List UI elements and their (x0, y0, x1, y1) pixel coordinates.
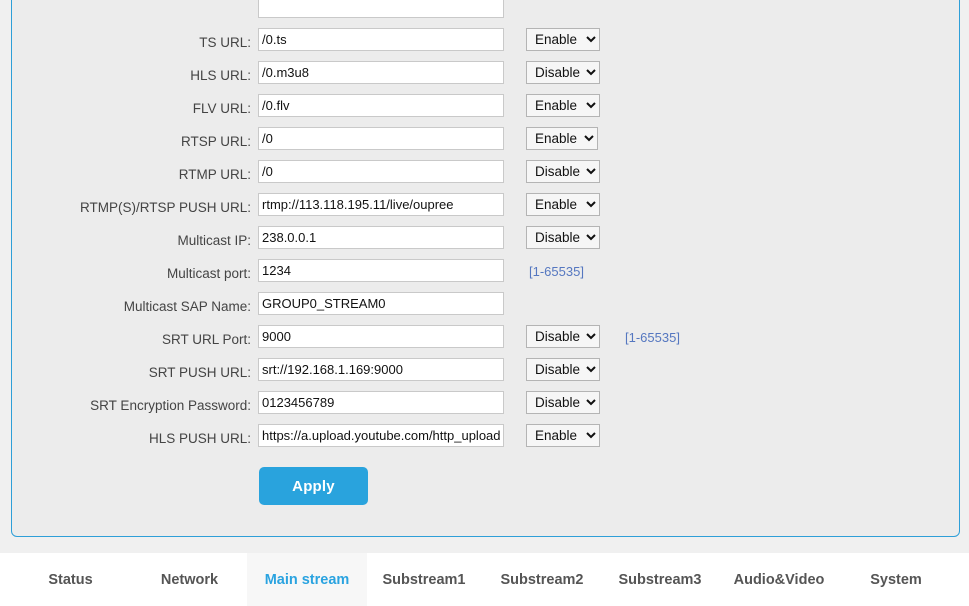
browser-page: TS URL: EnableDisable HLS URL: EnableDisabl… (0, 0, 969, 606)
form-row: HLS PUSH URL: EnableDisable (12, 424, 961, 457)
tab-audio-video[interactable]: Audio&Video (718, 553, 840, 606)
form-row: Multicast IP: EnableDisable (12, 226, 961, 259)
field-label: FLV URL: (192, 101, 251, 116)
form-row: RTMP(S)/RTSP PUSH URL: EnableDisable (12, 193, 961, 226)
field-input[interactable] (258, 61, 504, 84)
tab-label: System (870, 571, 922, 588)
field-enable-select[interactable]: EnableDisable (526, 160, 600, 183)
tab-label: Main stream (264, 571, 350, 588)
tab-main-stream[interactable]: Main stream (247, 553, 367, 606)
field-input[interactable] (258, 358, 504, 381)
tab-substream2[interactable]: Substream2 (485, 553, 599, 606)
content-area: TS URL: EnableDisable HLS URL: EnableDisabl… (0, 0, 969, 553)
field-label: RTMP(S)/RTSP PUSH URL: (79, 200, 251, 215)
field-enable-select[interactable]: EnableDisable (526, 226, 600, 249)
field-enable-select[interactable]: EnableDisable (526, 127, 598, 150)
tab-system[interactable]: System (853, 553, 939, 606)
tab-status[interactable]: Status (22, 553, 119, 606)
form-row: SRT URL Port: EnableDisable [1-65535] (12, 325, 961, 358)
field-input[interactable] (258, 259, 504, 282)
form-row: Multicast SAP Name: (12, 292, 961, 325)
field-input[interactable] (258, 160, 504, 183)
tab-substream1[interactable]: Substream1 (367, 553, 481, 606)
tab-substream3[interactable]: Substream3 (603, 553, 717, 606)
field-enable-select[interactable]: EnableDisable (526, 424, 600, 447)
field-enable-select[interactable]: EnableDisable (526, 28, 600, 51)
field-enable-select[interactable]: EnableDisable (526, 193, 600, 216)
field-input[interactable] (258, 292, 504, 315)
field-enable-select[interactable]: EnableDisable (526, 325, 600, 348)
field-input[interactable] (258, 0, 504, 18)
field-label: SRT PUSH URL: (148, 365, 251, 380)
field-label: RTSP URL: (180, 134, 251, 149)
field-input[interactable] (258, 193, 504, 216)
field-label: Multicast IP: (177, 233, 251, 248)
field-label: Multicast port: (166, 266, 251, 281)
form-row (12, 0, 961, 28)
form-row: RTSP URL: EnableDisable (12, 127, 961, 160)
field-range-hint: [1-65535] (625, 330, 680, 345)
tab-label: Network (160, 571, 219, 588)
field-range-hint: [1-65535] (529, 264, 584, 279)
bottom-tab-bar: Status Network Main stream Substream1 Substr… (0, 553, 969, 606)
field-enable-select[interactable]: EnableDisable (526, 358, 600, 381)
form-row: TS URL: EnableDisable (12, 28, 961, 61)
field-enable-select[interactable]: EnableDisable (526, 94, 600, 117)
field-label: SRT Encryption Password: (90, 398, 251, 413)
tab-label: Substream2 (500, 571, 584, 588)
form-row: FLV URL: EnableDisable (12, 94, 961, 127)
tab-label: Substream3 (618, 571, 702, 588)
tab-label: Substream1 (382, 571, 466, 588)
field-input[interactable] (258, 127, 504, 150)
field-label: HLS PUSH URL: (148, 431, 251, 446)
field-label: HLS URL: (190, 68, 251, 83)
field-enable-select[interactable]: EnableDisable (526, 391, 600, 414)
field-input[interactable] (258, 391, 504, 414)
field-label: SRT URL Port: (161, 332, 251, 347)
tab-network[interactable]: Network (139, 553, 240, 606)
stream-settings-panel: TS URL: EnableDisable HLS URL: EnableDisabl… (11, 0, 960, 537)
apply-button[interactable]: Apply (259, 467, 368, 505)
field-label: TS URL: (199, 35, 251, 50)
form-row: Multicast port: [1-65535] (12, 259, 961, 292)
form-row: SRT PUSH URL: EnableDisable (12, 358, 961, 391)
field-label: Multicast SAP Name: (123, 299, 251, 314)
form-row: SRT Encryption Password: EnableDisable (12, 391, 961, 424)
tab-label: Audio&Video (733, 571, 825, 588)
field-input[interactable] (258, 325, 504, 348)
field-enable-select[interactable]: EnableDisable (526, 61, 600, 84)
field-input[interactable] (258, 94, 504, 117)
form-row: HLS URL: EnableDisable (12, 61, 961, 94)
tab-label: Status (48, 571, 93, 588)
field-input[interactable] (258, 226, 504, 249)
field-label: RTMP URL: (178, 167, 251, 182)
field-input[interactable] (258, 28, 504, 51)
form-row: RTMP URL: EnableDisable (12, 160, 961, 193)
field-input[interactable] (258, 424, 504, 447)
